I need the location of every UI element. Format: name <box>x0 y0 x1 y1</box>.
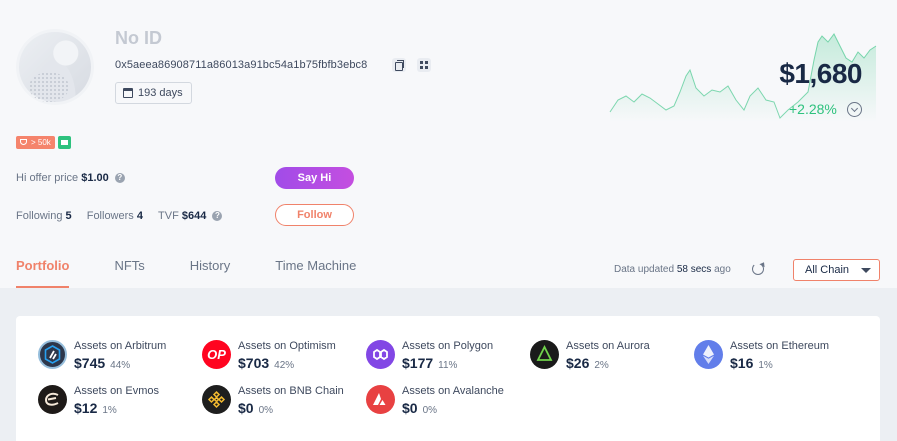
asset-evmos[interactable]: Assets on Evmos $12 1% <box>38 383 198 419</box>
tvf-value: $644 <box>181 210 207 222</box>
asset-value-row: $0 0% <box>238 400 273 416</box>
asset-percent: 44% <box>110 360 131 371</box>
asset-percent: 0% <box>422 405 438 416</box>
asset-value: $745 <box>74 355 106 371</box>
days-label: 193 days <box>138 87 183 99</box>
follow-button[interactable]: Follow <box>275 204 354 226</box>
balance-change: +2.28% <box>789 101 837 117</box>
asset-value-row: $177 11% <box>402 355 457 371</box>
data-updated: Data updated 58 secs ago <box>614 264 731 275</box>
asset-value-row: $0 0% <box>402 400 437 416</box>
offer-value: $1.00 <box>81 172 109 184</box>
rank-label: > 50k <box>31 138 51 147</box>
calendar-icon <box>123 88 133 98</box>
evmos-icon <box>38 385 67 414</box>
asset-label: Assets on Polygon <box>402 340 494 352</box>
asset-percent: 0% <box>258 405 274 416</box>
polygon-icon <box>366 340 395 369</box>
asset-label: Assets on Optimism <box>238 340 336 352</box>
asset-value-row: $12 1% <box>74 400 117 416</box>
asset-value: $26 <box>566 355 590 371</box>
copy-icon[interactable] <box>392 58 406 72</box>
tvf-label: TVF <box>158 210 179 222</box>
followers-label[interactable]: Followers <box>87 210 134 222</box>
help-icon[interactable]: ? <box>212 211 223 221</box>
followers-value: 4 <box>136 210 143 222</box>
asset-avalanche[interactable]: Assets on Avalanche $0 0% <box>366 383 526 419</box>
asset-optimism[interactable]: OP Assets on Optimism $703 42% <box>202 338 362 374</box>
optimism-icon: OP <box>202 340 231 369</box>
asset-percent: 2% <box>594 360 609 371</box>
trophy-icon <box>20 139 27 145</box>
asset-percent: 42% <box>274 360 295 371</box>
asset-value: $0 <box>402 400 418 416</box>
asset-label: Assets on Arbitrum <box>74 340 167 352</box>
asset-ethereum[interactable]: Assets on Ethereum $16 1% <box>694 338 854 374</box>
offer-label: Hi offer price <box>16 172 79 184</box>
days-badge: 193 days <box>115 82 192 104</box>
updated-value: 58 secs <box>676 264 712 275</box>
rank-badge: > 50k <box>16 136 55 149</box>
avalanche-icon <box>366 385 395 414</box>
tab-history[interactable]: History <box>190 258 230 288</box>
say-hi-button[interactable]: Say Hi <box>275 167 354 189</box>
tab-portfolio[interactable]: Portfolio <box>16 258 70 288</box>
aurora-icon <box>530 340 559 369</box>
updated-suffix: ago <box>714 264 731 275</box>
tab-nfts[interactable]: NFTs <box>114 258 144 288</box>
mail-icon <box>57 136 71 149</box>
tab-time-machine[interactable]: Time Machine <box>275 258 356 288</box>
asset-polygon[interactable]: Assets on Polygon $177 11% <box>366 338 526 374</box>
asset-label: Assets on BNB Chain <box>238 385 344 397</box>
social-stats-row: Following 5 Followers 4 TVF $644 ? <box>16 210 223 222</box>
asset-percent: 11% <box>438 360 458 371</box>
asset-value: $703 <box>238 355 270 371</box>
asset-value: $177 <box>402 355 434 371</box>
asset-value: $16 <box>730 355 754 371</box>
asset-value: $12 <box>74 400 98 416</box>
wallet-address: 0x5aeea86908711a86013a91bc54a1b75fbfb3eb… <box>115 59 368 71</box>
help-icon[interactable]: ? <box>114 173 125 183</box>
following-value: 5 <box>65 210 72 222</box>
asset-value-row: $16 1% <box>730 355 773 371</box>
bnb-icon <box>202 385 231 414</box>
qr-code-icon[interactable] <box>417 58 431 72</box>
arbitrum-icon <box>38 340 67 369</box>
asset-aurora[interactable]: Assets on Aurora $26 2% <box>530 338 690 374</box>
asset-value-row: $703 42% <box>238 355 294 371</box>
asset-value-row: $745 44% <box>74 355 130 371</box>
assets-card: Assets on Arbitrum $745 44% OP Assets on … <box>16 316 880 441</box>
avatar <box>16 29 94 105</box>
updated-prefix: Data updated <box>614 264 675 275</box>
asset-label: Assets on Evmos <box>74 385 159 397</box>
tab-bar: Portfolio NFTs History Time Machine <box>16 258 401 288</box>
chevron-down-icon[interactable] <box>847 102 862 117</box>
profile-header: No ID 0x5aeea86908711a86013a91bc54a1b75f… <box>0 0 897 288</box>
profile-name: No ID <box>115 28 162 48</box>
asset-percent: 1% <box>102 405 117 416</box>
offer-price-row: Hi offer price $1.00 ? <box>16 172 125 184</box>
asset-label: Assets on Ethereum <box>730 340 830 352</box>
asset-arbitrum[interactable]: Assets on Arbitrum $745 44% <box>38 338 198 374</box>
asset-percent: 1% <box>758 360 773 371</box>
asset-label: Assets on Avalanche <box>402 385 504 397</box>
following-label[interactable]: Following <box>16 210 62 222</box>
asset-label: Assets on Aurora <box>566 340 650 352</box>
asset-value: $0 <box>238 400 254 416</box>
asset-value-row: $26 2% <box>566 355 609 371</box>
refresh-icon[interactable] <box>752 263 764 275</box>
tag-row: > 50k <box>16 136 71 149</box>
total-balance: $1,680 <box>779 58 862 89</box>
asset-bnb-chain[interactable]: Assets on BNB Chain $0 0% <box>202 383 362 419</box>
ethereum-icon <box>694 340 723 369</box>
chain-filter-select[interactable]: All Chain <box>793 259 880 281</box>
